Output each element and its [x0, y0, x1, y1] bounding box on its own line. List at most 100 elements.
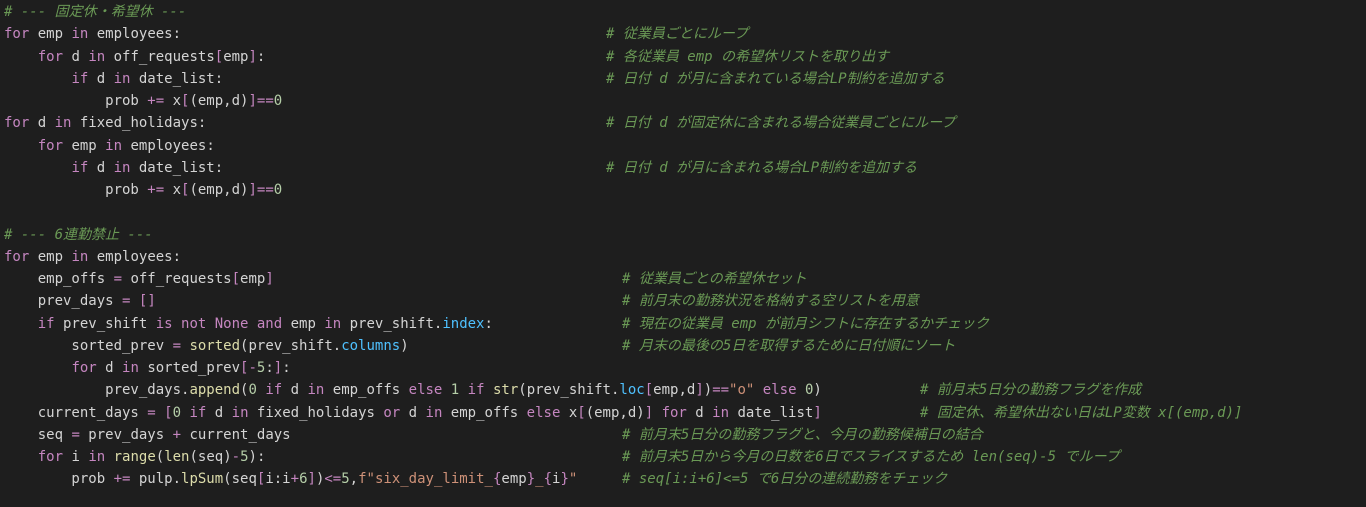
- code-token: d: [88, 71, 114, 87]
- code-token: d: [282, 382, 308, 398]
- code-token: +: [290, 471, 300, 487]
- code-token: in: [105, 138, 123, 154]
- code-token: 0: [172, 405, 182, 421]
- code-token: emp_offs: [324, 382, 409, 398]
- code-token: d: [96, 360, 123, 376]
- code-token: for: [4, 249, 30, 265]
- code-token: prev_shift: [54, 316, 156, 332]
- code-line: if d in date_list:: [4, 157, 223, 179]
- code-comment: # 月末の最後の5日を取得するために日付順にソート: [622, 338, 956, 354]
- code-token: current_days: [181, 427, 291, 443]
- code-token: 0: [273, 93, 283, 109]
- code-line: prev_days.append(0 if d in emp_offs else…: [4, 379, 822, 401]
- code-comment: # 日付 d が月に含まれる場合LP制約を追加する: [606, 160, 917, 176]
- code-comment: # 日付 d が固定休に含まれる場合従業員ごとにループ: [606, 115, 956, 131]
- code-comment: # 固定休、希望休出ない日はLP変数 x[(emp,d)]: [920, 405, 1243, 421]
- code-token: +=: [147, 182, 165, 198]
- code-token: for: [4, 26, 30, 42]
- code-token: _: [535, 471, 544, 487]
- code-token: date_list: [729, 405, 814, 421]
- code-comment: # 前月末5日分の勤務フラグを作成: [920, 382, 1142, 398]
- code-token: d: [400, 405, 426, 421]
- code-token: for: [661, 405, 687, 421]
- code-token: for: [37, 449, 64, 465]
- code-token: :: [282, 360, 291, 376]
- code-token: else: [762, 382, 797, 398]
- code-token: :: [484, 316, 493, 332]
- code-comment: # 各従業員 emp の希望休リストを取り出す: [606, 49, 889, 65]
- code-token: date_list:: [130, 71, 224, 87]
- code-token: lpSum: [181, 471, 224, 487]
- code-line: for emp in employees:: [4, 246, 181, 268]
- code-token: [: [214, 49, 224, 65]
- code-token: in: [712, 405, 730, 421]
- code-token: ": [568, 471, 578, 487]
- code-token: for: [37, 49, 64, 65]
- code-token: in: [324, 316, 342, 332]
- code-token: emp: [501, 471, 527, 487]
- code-token: d: [686, 405, 713, 421]
- code-token: seq: [4, 427, 72, 443]
- code-token: ): [400, 338, 409, 354]
- code-token: emp_offs: [442, 405, 527, 421]
- code-comment: # 前月末5日分の勤務フラグと、今月の勤務候補日の結合: [622, 427, 983, 443]
- code-token: in: [88, 449, 106, 465]
- code-editor[interactable]: # --- 固定休・希望休 --- for emp in employees: …: [0, 0, 1366, 507]
- code-line: prob += pulp.lpSum(seq[i:i+6])<=5,f"six_…: [4, 468, 577, 490]
- code-token: emp: [63, 138, 106, 154]
- code-line: for i in range(len(seq)-5):: [4, 446, 266, 468]
- code-token: -: [248, 360, 257, 376]
- code-comment: # 従業員ごとの希望休セット: [622, 271, 807, 287]
- code-token: ): [813, 382, 822, 398]
- code-token: 1: [450, 382, 460, 398]
- code-token: ==: [256, 182, 274, 198]
- code-token: f"six_day_limit_: [358, 471, 493, 487]
- code-token: else: [408, 382, 443, 398]
- code-line: prev_days = []: [4, 290, 156, 312]
- code-token: prob: [4, 182, 148, 198]
- code-token: off_requests: [105, 49, 215, 65]
- code-token: if: [37, 316, 55, 332]
- code-token: sorted: [189, 338, 241, 354]
- code-token: is not None and: [155, 316, 283, 332]
- code-token: 5: [341, 471, 350, 487]
- code-token: in: [88, 49, 106, 65]
- code-token: +: [172, 427, 182, 443]
- code-token: for: [71, 360, 97, 376]
- code-token: prob: [4, 93, 148, 109]
- code-token: prev_days: [4, 293, 123, 309]
- code-token: in: [307, 382, 325, 398]
- code-token: in: [122, 360, 139, 376]
- code-token: (prev_shift.: [240, 338, 342, 354]
- code-token: ]: [644, 405, 654, 421]
- code-token: =: [172, 338, 182, 354]
- code-token: =: [113, 271, 123, 287]
- code-token: pulp.: [130, 471, 182, 487]
- code-token: ==: [712, 382, 730, 398]
- code-token: +=: [113, 471, 131, 487]
- code-token: (emp,d): [189, 93, 249, 109]
- code-token: for: [4, 115, 30, 131]
- code-token: current_days: [4, 405, 148, 421]
- code-token: (seq): [189, 449, 232, 465]
- code-comment: # seq[i:i+6]<=5 で6日分の連続勤務をチェック: [622, 471, 948, 487]
- code-comment: # --- 固定休・希望休 ---: [4, 4, 187, 20]
- code-token: d: [206, 405, 232, 421]
- code-token: off_requests: [122, 271, 232, 287]
- code-token: (: [155, 449, 165, 465]
- code-token: ]: [273, 360, 283, 376]
- code-token: prev_days: [79, 427, 173, 443]
- code-token: employees:: [88, 26, 182, 42]
- code-token: }: [560, 471, 569, 487]
- code-line: for emp in employees:: [4, 135, 215, 157]
- code-token: ):: [248, 449, 266, 465]
- code-token: []: [138, 293, 156, 309]
- code-token: emp: [240, 271, 266, 287]
- code-token: if: [189, 405, 207, 421]
